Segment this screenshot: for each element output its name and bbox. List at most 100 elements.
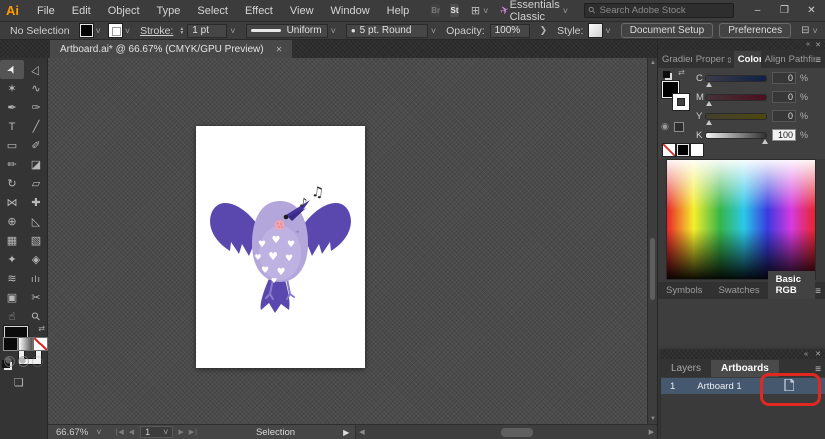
white-swatch[interactable] (691, 144, 703, 156)
tab-align[interactable]: Align (761, 51, 785, 68)
scroll-down-icon[interactable]: ▼ (650, 416, 656, 422)
tool-eyedropper[interactable]: ✦ (0, 250, 24, 269)
slider-thumb[interactable] (706, 82, 712, 87)
yellow-slider[interactable] (706, 114, 766, 119)
tool-selection[interactable]: ➤ (0, 60, 24, 79)
style-swatch[interactable] (589, 24, 602, 37)
next-artboard-icon[interactable]: ▶ (178, 428, 184, 436)
menu-edit[interactable]: Edit (72, 5, 91, 17)
collapse-panel-icon[interactable]: « (804, 350, 808, 359)
color-mode-button[interactable] (4, 338, 17, 350)
collapse-panels-icon[interactable]: « (806, 41, 810, 48)
cyan-slider[interactable] (706, 76, 766, 81)
bridge-icon[interactable]: Br (431, 4, 440, 17)
opacity-value[interactable]: 100% (490, 24, 530, 38)
panel-menu-icon[interactable]: ≡ (815, 55, 821, 68)
none-swatch[interactable] (663, 144, 675, 156)
tab-properties[interactable]: Properti (692, 51, 725, 68)
tab-layers[interactable]: Layers (661, 360, 711, 377)
tool-lasso[interactable]: ∿ (24, 79, 48, 98)
artboard[interactable]: ♥ ♥ ♥ ♥ ♥ ♥ ♥ ♥ ♥ (196, 126, 365, 368)
bird-artwork[interactable]: ♥ ♥ ♥ ♥ ♥ ♥ ♥ ♥ ♥ (196, 126, 365, 368)
none-mode-button[interactable] (34, 338, 47, 350)
tab-basic-rgb[interactable]: Basic RGB (768, 271, 816, 299)
fill-color-swatch[interactable] (80, 24, 93, 37)
preferences-button[interactable]: Preferences (719, 23, 791, 38)
restore-button[interactable]: ❐ (771, 5, 798, 16)
swap-fill-stroke-icon[interactable]: ⇄ (38, 324, 45, 333)
tool-pencil[interactable]: ✏ (0, 155, 24, 174)
tab-swatches[interactable]: Swatches (710, 282, 767, 299)
tool-width[interactable]: ⋈ (0, 193, 24, 212)
previous-artboard-icon[interactable]: ◀ (129, 428, 135, 436)
chevron-down-icon[interactable]: ˅ (813, 26, 818, 36)
menu-help[interactable]: Help (387, 5, 410, 17)
slider-thumb[interactable] (706, 101, 712, 106)
menu-object[interactable]: Object (108, 5, 140, 17)
vertical-scrollbar[interactable]: ▲ ▼ (647, 58, 657, 424)
tool-artboard[interactable]: ▣ (0, 288, 24, 307)
magenta-slider[interactable] (706, 95, 766, 100)
slider-thumb[interactable] (762, 139, 768, 144)
tool-perspective-grid[interactable]: ◺ (24, 212, 48, 231)
stroke-weight-value[interactable]: 1 pt (187, 24, 227, 38)
black-swatch[interactable] (677, 144, 689, 156)
document-setup-button[interactable]: Document Setup (621, 23, 714, 38)
tool-rotate[interactable]: ↻ (0, 174, 24, 193)
tab-gradient[interactable]: Gradien (658, 51, 692, 68)
tool-type[interactable]: T (0, 117, 24, 136)
chevron-down-icon[interactable]: ˅ (96, 26, 101, 36)
draw-inside-icon[interactable] (32, 356, 43, 367)
tool-symbol-sprayer[interactable]: ≋ (0, 269, 24, 288)
tool-direct-selection[interactable]: ▷ (24, 60, 48, 79)
stock-icon[interactable]: St (450, 4, 459, 17)
menu-window[interactable]: Window (331, 5, 370, 17)
style-label[interactable]: Style: (557, 25, 583, 37)
tool-scale[interactable]: ▱ (24, 174, 48, 193)
artboard-name[interactable]: Artboard 1 (697, 381, 741, 392)
tool-paintbrush[interactable]: ✐ (24, 136, 48, 155)
tool-mesh[interactable]: ▦ (0, 231, 24, 250)
tab-scroll-icon[interactable]: ⇕ (725, 53, 734, 68)
chevron-down-icon[interactable]: ˅ (163, 427, 168, 437)
close-button[interactable]: ✕ (798, 5, 825, 16)
artboard-navigation-field[interactable]: 1 ˅ (140, 426, 173, 438)
color-panel-stroke-proxy[interactable] (673, 94, 689, 110)
adobe-stock-search[interactable]: ⚲ (584, 3, 734, 18)
tool-rectangle[interactable]: ▭ (0, 136, 24, 155)
menu-effect[interactable]: Effect (245, 5, 273, 17)
mini-fill-stroke-icon[interactable] (663, 71, 670, 78)
tool-slice[interactable]: ✂ (24, 288, 48, 307)
black-slider[interactable] (706, 133, 766, 138)
tool-line-segment[interactable]: ╱ (24, 117, 48, 136)
horizontal-scrollbar[interactable]: ◀ ▶ (355, 425, 657, 439)
color-spectrum[interactable] (666, 159, 816, 280)
slider-thumb[interactable] (706, 120, 712, 125)
search-input[interactable] (600, 5, 732, 16)
close-document-icon[interactable]: ✕ (276, 45, 283, 54)
chevron-down-icon[interactable]: ˅ (605, 26, 610, 36)
menu-type[interactable]: Type (157, 5, 181, 17)
chevron-down-icon[interactable]: ˅ (483, 6, 488, 16)
chevron-down-icon[interactable]: ˅ (431, 26, 436, 36)
menu-select[interactable]: Select (197, 5, 228, 17)
horizontal-scroll-thumb[interactable] (501, 428, 533, 437)
last-artboard-icon[interactable]: ▶| (189, 428, 198, 436)
workspace-switcher[interactable]: Essentials Classic (510, 0, 560, 23)
stroke-label[interactable]: Stroke: (140, 25, 173, 37)
web-color-swatch[interactable] (674, 122, 684, 132)
draw-normal-icon[interactable] (4, 356, 15, 367)
tool-magic-wand[interactable]: ✶ (0, 79, 24, 98)
zoom-level[interactable]: 66.67% (56, 427, 88, 438)
document-tab[interactable]: Artboard.ai* @ 66.67% (CMYK/GPU Preview)… (50, 40, 292, 58)
channel-value[interactable]: 0 (772, 72, 796, 84)
stroke-weight-stepper[interactable]: ▲▼ (179, 27, 184, 35)
scroll-right-icon[interactable]: ▶ (649, 428, 654, 436)
stroke-profile-select[interactable]: Uniform (246, 24, 328, 38)
opacity-label[interactable]: Opacity: (446, 25, 485, 37)
chevron-down-icon[interactable]: ˅ (125, 26, 130, 36)
first-artboard-icon[interactable]: |◀ (116, 428, 125, 436)
dock-close-icon[interactable]: ✕ (815, 41, 821, 49)
stroke-color-swatch[interactable] (109, 24, 122, 37)
channel-value[interactable]: 100 (772, 129, 796, 141)
